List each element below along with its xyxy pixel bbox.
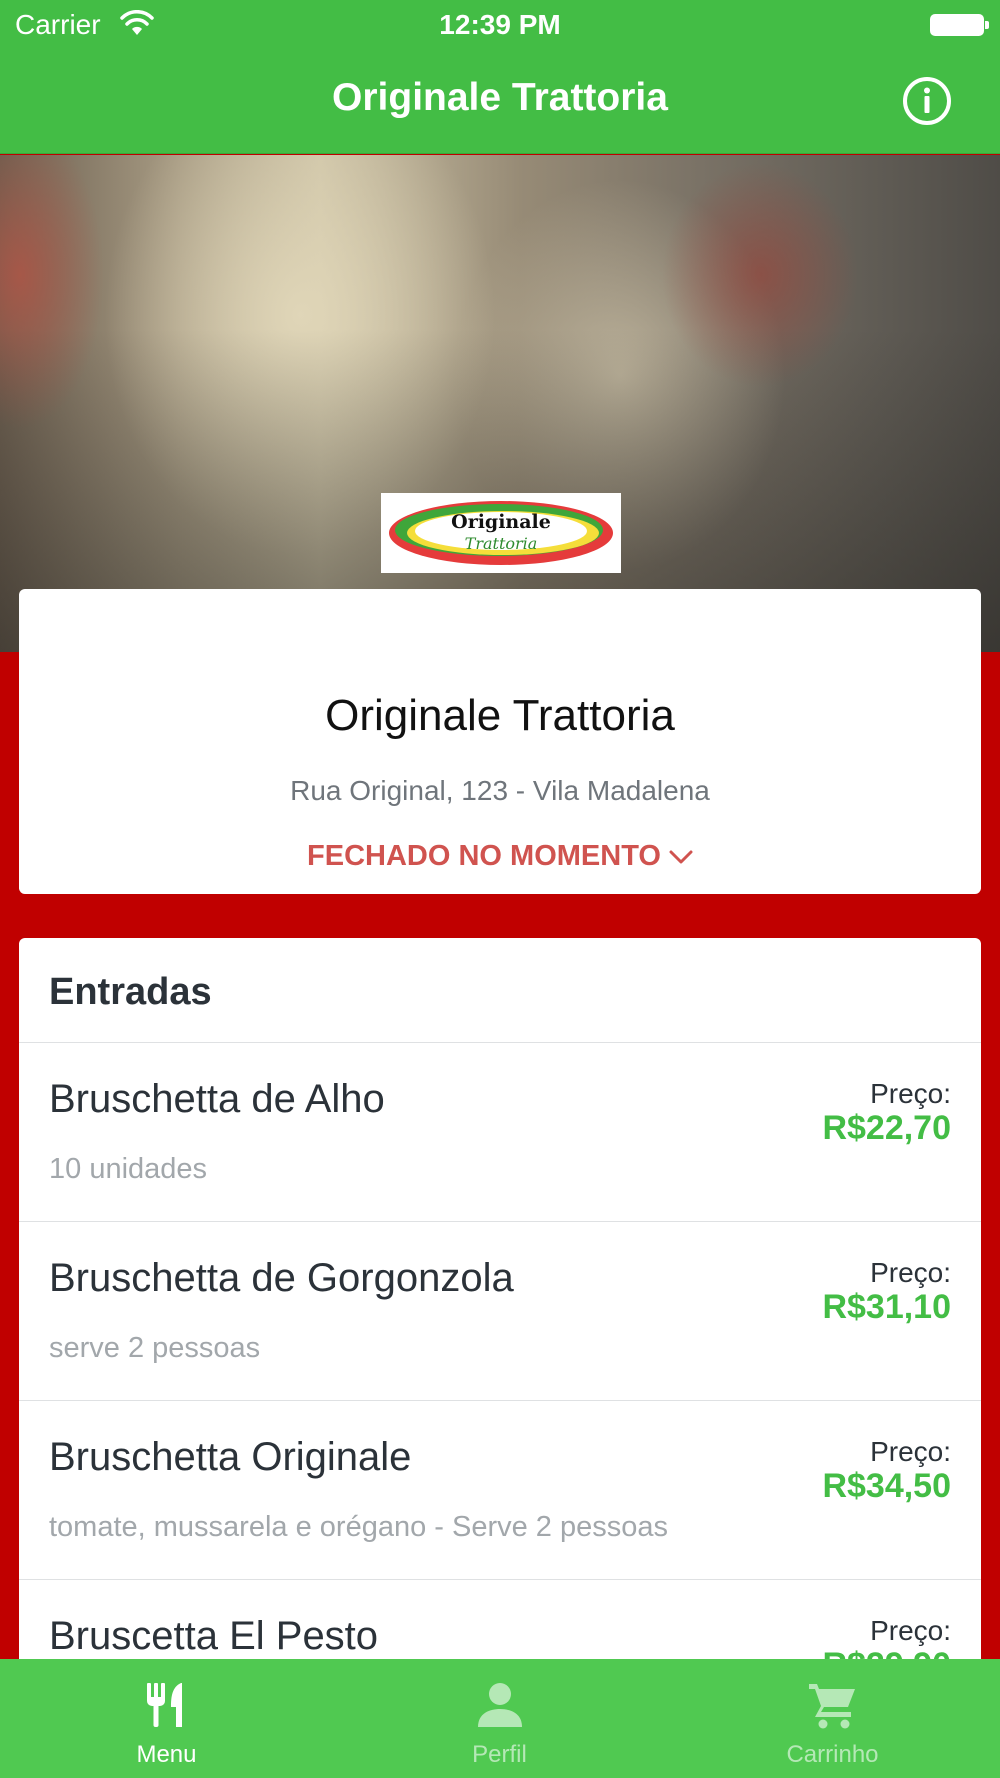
menu-item-name: Bruscetta El Pesto bbox=[49, 1614, 379, 1658]
fork-knife-icon bbox=[147, 1683, 182, 1727]
menu-item-description: 10 unidades bbox=[49, 1153, 208, 1185]
menu-item-price: R$31,10 bbox=[822, 1288, 951, 1326]
cart-icon bbox=[809, 1684, 855, 1729]
menu-item-name: Bruschetta de Gorgonzola bbox=[49, 1256, 514, 1300]
logo-text-bottom: Trattoria bbox=[464, 534, 538, 553]
menu-item[interactable]: Bruschetta Originale tomate, mussarela e… bbox=[19, 1401, 981, 1580]
tab-menu[interactable]: Menu bbox=[0, 1659, 333, 1778]
price-label: Preço: bbox=[870, 1615, 951, 1646]
opening-status-label: FECHADO NO MOMENTO bbox=[307, 840, 661, 872]
price-label: Preço: bbox=[870, 1257, 951, 1288]
menu-item-name: Bruschetta Originale bbox=[49, 1435, 412, 1479]
price-label: Preço: bbox=[870, 1078, 951, 1109]
menu-item-name: Bruschetta de Alho bbox=[49, 1077, 385, 1121]
tab-carrinho[interactable]: Carrinho bbox=[666, 1659, 999, 1778]
restaurant-info-card: Originale Trattoria Rua Original, 123 - … bbox=[19, 589, 981, 894]
status-bar: Carrier 12:39 PM bbox=[0, 0, 1000, 52]
page-title: Originale Trattoria bbox=[332, 76, 668, 119]
restaurant-cover-image bbox=[0, 155, 1000, 652]
info-circle-icon[interactable] bbox=[902, 76, 952, 126]
menu-item-price: R$34,50 bbox=[822, 1467, 951, 1505]
opening-status-toggle[interactable]: FECHADO NO MOMENTO bbox=[19, 840, 981, 873]
battery-icon bbox=[930, 14, 989, 36]
section-title: Entradas bbox=[19, 938, 981, 1043]
navigation-bar: Carrier 12:39 PM Originale Trattoria bbox=[0, 0, 1000, 154]
price-label: Preço: bbox=[870, 1436, 951, 1467]
chevron-down-icon bbox=[669, 850, 693, 864]
restaurant-logo: Originale Trattoria bbox=[381, 493, 621, 573]
tab-bar: Menu Perfil Carrinho bbox=[0, 1659, 1000, 1778]
restaurant-address: Rua Original, 123 - Vila Madalena bbox=[290, 775, 710, 806]
menu-item-price: R$22,70 bbox=[822, 1109, 951, 1147]
menu-section: Entradas Bruschetta de Alho 10 unidades … bbox=[19, 938, 981, 1778]
menu-item[interactable]: Bruschetta de Gorgonzola serve 2 pessoas… bbox=[19, 1222, 981, 1401]
tab-perfil[interactable]: Perfil bbox=[333, 1659, 666, 1778]
tab-label: Perfil bbox=[472, 1741, 527, 1768]
menu-item-description: tomate, mussarela e orégano - Serve 2 pe… bbox=[49, 1511, 668, 1543]
menu-item-description: serve 2 pessoas bbox=[49, 1332, 261, 1364]
logo-graphic bbox=[389, 501, 613, 565]
restaurant-name: Originale Trattoria bbox=[325, 691, 675, 740]
person-icon bbox=[478, 1683, 522, 1727]
menu-item[interactable]: Bruschetta de Alho 10 unidades Preço: R$… bbox=[19, 1043, 981, 1222]
logo-text-top: Originale bbox=[451, 511, 551, 533]
clock: 12:39 PM bbox=[439, 9, 561, 40]
tab-label: Menu bbox=[136, 1741, 197, 1768]
tab-label: Carrinho bbox=[786, 1741, 879, 1768]
